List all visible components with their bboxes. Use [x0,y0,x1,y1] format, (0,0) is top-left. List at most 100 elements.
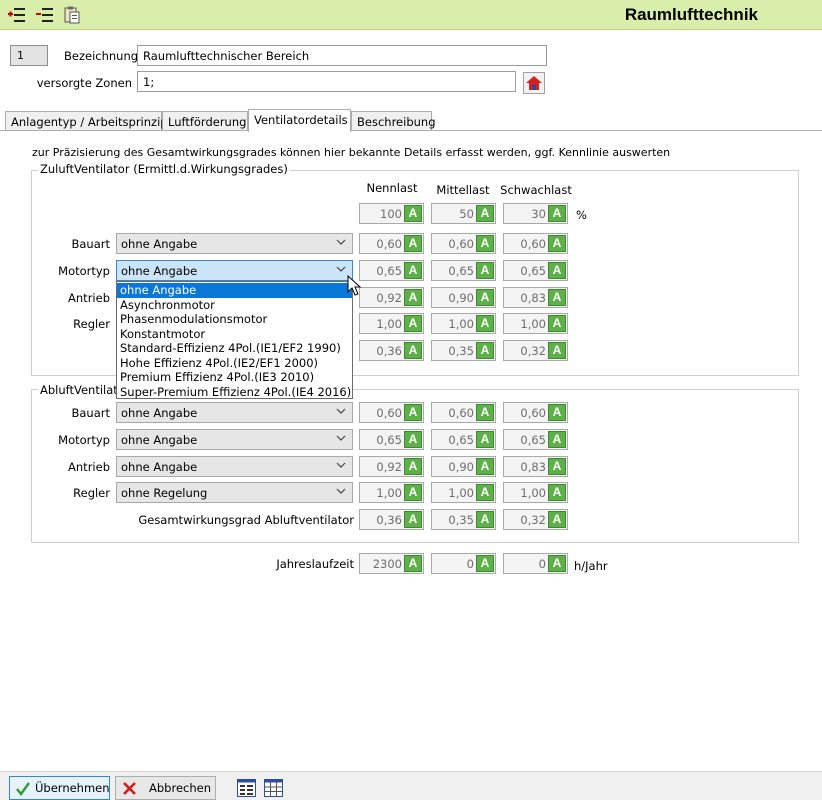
abluft-bauart-select[interactable]: ohne Angabe [116,402,353,423]
auto-button[interactable]: A [404,342,422,359]
abluft-bauart-mittellast[interactable]: 0,60 A [431,402,496,423]
auto-button[interactable]: A [548,511,566,528]
auto-button[interactable]: A [548,431,566,448]
tab-beschreibung[interactable]: Beschreibung [351,111,436,131]
auto-button[interactable]: A [404,511,422,528]
abluft-bauart-nennlast[interactable]: 0,60 A [359,402,424,423]
auto-button[interactable]: A [404,404,422,421]
auto-button[interactable]: A [548,289,566,306]
dropdown-option[interactable]: Premium Effizienz 4Pol.(IE3 2010) [117,370,352,385]
zuluft-bauart-select[interactable]: ohne Angabe [116,233,353,254]
jahreslaufzeit-mittellast[interactable]: 0A [431,553,496,574]
auto-button[interactable]: A [476,555,494,572]
add-row-icon[interactable] [6,5,26,25]
auto-button[interactable]: A [476,484,494,501]
auto-button[interactable]: A [404,431,422,448]
dropdown-option[interactable]: Phasenmodulationsmotor [117,312,352,327]
dropdown-option[interactable]: Standard-Effizienz 4Pol.(IE1/EF2 1990) [117,341,352,356]
zone-house-icon[interactable] [523,72,545,94]
auto-button[interactable]: A [404,555,422,572]
abluft-motortyp-nennlast[interactable]: 0,65 A [359,429,424,450]
abluft-regler-mittellast[interactable]: 1,00 A [431,482,496,503]
auto-button[interactable]: A [476,458,494,475]
dropdown-option[interactable]: Hohe Effizienz 4Pol.(IE2/EF1 2000) [117,356,352,371]
abluft-regler-nennlast[interactable]: 1,00 A [359,482,424,503]
jahreslaufzeit-nennlast[interactable]: 2300 A [359,553,424,574]
auto-button[interactable]: A [476,404,494,421]
zuluft-motortyp-select[interactable]: ohne Angabe [116,260,353,281]
abluft-antrieb-mittellast[interactable]: 0,90 A [431,456,496,477]
tab-luftfoerderung[interactable]: Luftförderung [162,111,248,131]
dropdown-option[interactable]: Konstantmotor [117,327,352,342]
auto-button[interactable]: A [548,555,566,572]
abluft-antrieb-nennlast[interactable]: 0,92 A [359,456,424,477]
zuluft-antrieb-schwachlast[interactable]: 0,83 A [503,287,568,308]
table-view-icon[interactable] [264,779,283,797]
abluft-antrieb-schwachlast[interactable]: 0,83 A [503,456,568,477]
auto-button[interactable]: A [404,235,422,252]
zuluft-motortyp-mittellast[interactable]: 0,65 A [431,260,496,281]
auto-button[interactable]: A [476,289,494,306]
form-view-icon[interactable] [237,779,256,797]
dropdown-option[interactable]: Super-Premium Effizienz 4Pol.(IE4 2016) [117,385,352,400]
zuluft-motortyp-schwachlast[interactable]: 0,65 A [503,260,568,281]
abluft-bauart-schwachlast[interactable]: 0,60 A [503,402,568,423]
auto-button[interactable]: A [548,342,566,359]
uebernehmen-button[interactable]: Übernehmen [9,776,110,800]
zuluft-load-schwachlast[interactable]: 30 A [503,203,568,224]
zuluft-antrieb-mittellast[interactable]: 0,90 A [431,287,496,308]
jahreslaufzeit-schwachlast[interactable]: 0A [503,553,568,574]
clipboard-icon[interactable] [62,5,82,25]
abbrechen-button[interactable]: Abbrechen [115,776,216,800]
abluft-gesamt-nennlast[interactable]: 0,36 A [359,509,424,530]
zuluft-motortyp-nennlast[interactable]: 0,65 A [359,260,424,281]
zuluft-antrieb-nennlast[interactable]: 0,92 A [359,287,424,308]
zuluft-regler-nennlast[interactable]: 1,00 A [359,313,424,334]
tab-ventilatordetails[interactable]: Ventilatordetails [248,109,351,132]
auto-button[interactable]: A [548,235,566,252]
auto-button[interactable]: A [404,262,422,279]
auto-button[interactable]: A [476,205,494,222]
zuluft-bauart-schwachlast[interactable]: 0,60 A [503,233,568,254]
zuluft-gesamt-schwachlast[interactable]: 0,32 A [503,340,568,361]
abluft-gesamt-mittellast[interactable]: 0,35 A [431,509,496,530]
abluft-gesamt-schwachlast[interactable]: 0,32 A [503,509,568,530]
abluft-regler-schwachlast[interactable]: 1,00 A [503,482,568,503]
auto-button[interactable]: A [404,458,422,475]
dropdown-option[interactable]: ohne Angabe [117,283,352,298]
remove-row-icon[interactable] [34,5,54,25]
zuluft-load-nennlast[interactable]: 100 A [359,203,424,224]
auto-button[interactable]: A [476,342,494,359]
auto-button[interactable]: A [476,315,494,332]
abluft-motortyp-select[interactable]: ohne Angabe [116,429,353,450]
zuluft-gesamt-nennlast[interactable]: 0,36 A [359,340,424,361]
auto-button[interactable]: A [548,484,566,501]
zuluft-bauart-nennlast[interactable]: 0,60 A [359,233,424,254]
auto-button[interactable]: A [476,431,494,448]
auto-button[interactable]: A [404,315,422,332]
zuluft-regler-schwachlast[interactable]: 1,00 A [503,313,568,334]
auto-button[interactable]: A [548,458,566,475]
tab-anlagentyp[interactable]: Anlagentyp / Arbeitsprinzip [5,111,168,131]
auto-button[interactable]: A [404,484,422,501]
abluft-antrieb-select[interactable]: ohne Angabe [116,456,353,477]
auto-button[interactable]: A [476,262,494,279]
auto-button[interactable]: A [548,315,566,332]
versorgte-zonen-input[interactable]: 1; [137,71,516,92]
abluft-motortyp-schwachlast[interactable]: 0,65 A [503,429,568,450]
auto-button[interactable]: A [548,205,566,222]
zuluft-regler-mittellast[interactable]: 1,00 A [431,313,496,334]
zuluft-bauart-mittellast[interactable]: 0,60 A [431,233,496,254]
auto-button[interactable]: A [404,205,422,222]
auto-button[interactable]: A [548,262,566,279]
dropdown-option[interactable]: Asynchronmotor [117,298,352,313]
zuluft-load-mittellast[interactable]: 50 A [431,203,496,224]
auto-button[interactable]: A [476,235,494,252]
auto-button[interactable]: A [548,404,566,421]
auto-button[interactable]: A [476,511,494,528]
bezeichnung-input[interactable]: Raumlufttechnischer Bereich [137,45,547,66]
zuluft-gesamt-mittellast[interactable]: 0,35 A [431,340,496,361]
auto-button[interactable]: A [404,289,422,306]
abluft-regler-select[interactable]: ohne Regelung [116,482,353,503]
abluft-motortyp-mittellast[interactable]: 0,65 A [431,429,496,450]
